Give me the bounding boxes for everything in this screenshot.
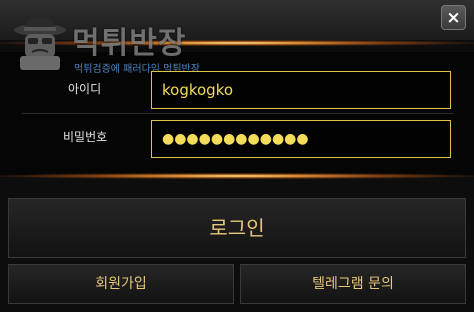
id-label: 아이디 bbox=[68, 82, 102, 96]
login-button[interactable]: 로그인 bbox=[8, 198, 466, 258]
signup-button[interactable]: 회원가입 bbox=[8, 264, 234, 304]
logo-text: 먹튀반장 bbox=[72, 26, 187, 61]
id-input[interactable]: kogkogko bbox=[151, 71, 451, 109]
telegram-inquiry-button[interactable]: 텔레그램 문의 bbox=[240, 264, 466, 304]
detective-mascot-icon bbox=[14, 16, 66, 70]
close-button[interactable]: × bbox=[441, 5, 466, 30]
password-input[interactable]: ●●●●●●●●●●●● bbox=[151, 120, 451, 158]
logo: 먹튀반장 먹튀검증에 패러다임 먹튀반장 bbox=[10, 14, 230, 75]
bottom-gold-divider bbox=[0, 173, 474, 179]
form-row-divider bbox=[22, 113, 454, 114]
password-label: 비밀번호 bbox=[63, 130, 108, 144]
